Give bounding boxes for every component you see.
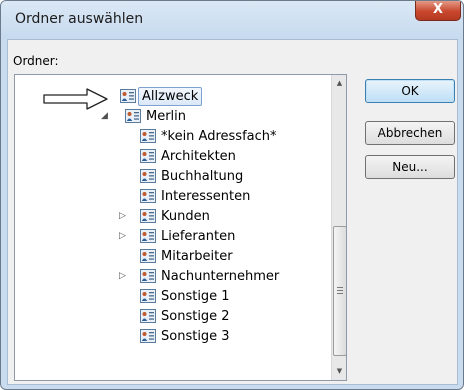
tree-item[interactable]: *kein Adressfach* bbox=[15, 127, 331, 147]
address-book-icon bbox=[140, 289, 156, 303]
address-book-icon bbox=[120, 89, 136, 103]
tree-item-label: Allzweck bbox=[138, 87, 203, 106]
tree-item[interactable]: Mitarbeiter bbox=[15, 247, 331, 267]
tree-item-label: Lieferanten bbox=[161, 229, 236, 244]
tree-item-label: Mitarbeiter bbox=[161, 249, 233, 264]
scroll-thumb[interactable] bbox=[333, 226, 346, 356]
tree-item-label: Interessenten bbox=[161, 189, 251, 204]
dialog-body: Ordner: Allzweck ◢ Merlin *kein Adressfach*… bbox=[7, 39, 458, 385]
tree-item[interactable]: Interessenten bbox=[15, 187, 331, 207]
address-book-icon bbox=[125, 109, 141, 123]
tree-item-label: Sonstige 1 bbox=[161, 289, 230, 304]
folder-tree[interactable]: Allzweck ◢ Merlin *kein Adressfach* Architek… bbox=[14, 74, 347, 381]
window-title: Ordner auswählen bbox=[15, 11, 144, 27]
tree-item-label: Sonstige 2 bbox=[161, 309, 230, 324]
tree-item[interactable]: ▷ Nachunternehmer bbox=[15, 267, 331, 287]
folder-label: Ordner: bbox=[13, 54, 59, 68]
address-book-icon bbox=[140, 309, 156, 323]
address-book-icon bbox=[140, 269, 156, 283]
tree-item-label: Sonstige 3 bbox=[161, 329, 230, 344]
address-book-icon bbox=[140, 129, 156, 143]
grip-line bbox=[337, 293, 343, 294]
pointer-arrow-icon bbox=[43, 88, 108, 110]
cancel-button[interactable]: Abbrechen bbox=[365, 121, 455, 145]
tree-item-label: Nachunternehmer bbox=[161, 269, 280, 284]
expand-arrow-icon[interactable]: ▷ bbox=[119, 212, 127, 221]
title-bar[interactable]: Ordner auswählen X bbox=[1, 1, 463, 39]
tree-item-label: Architekten bbox=[161, 149, 236, 164]
scroll-up-icon[interactable]: ▲ bbox=[332, 75, 346, 92]
tree-item[interactable]: ▷ Lieferanten bbox=[15, 227, 331, 247]
tree-item[interactable]: ▷ Kunden bbox=[15, 207, 331, 227]
address-book-icon bbox=[140, 329, 156, 343]
tree-item[interactable]: Architekten bbox=[15, 147, 331, 167]
close-button[interactable]: X bbox=[415, 1, 461, 21]
tree-item-label: *kein Adressfach* bbox=[161, 129, 277, 144]
new-button[interactable]: Neu... bbox=[365, 155, 455, 179]
address-book-icon bbox=[140, 209, 156, 223]
tree-item-label: Merlin bbox=[146, 109, 187, 124]
grip-line bbox=[337, 287, 343, 288]
tree-item-label: Kunden bbox=[161, 209, 210, 224]
ok-button[interactable]: OK bbox=[365, 79, 455, 103]
address-book-icon bbox=[140, 149, 156, 163]
tree-item[interactable]: Sonstige 2 bbox=[15, 307, 331, 327]
address-book-icon bbox=[140, 229, 156, 243]
tree-item[interactable]: Sonstige 3 bbox=[15, 327, 331, 347]
expand-arrow-icon[interactable]: ▷ bbox=[119, 272, 127, 281]
tree-item-label: Buchhaltung bbox=[161, 169, 244, 184]
scroll-down-icon[interactable]: ▼ bbox=[332, 363, 346, 380]
collapse-arrow-icon[interactable]: ◢ bbox=[101, 112, 109, 121]
address-book-icon bbox=[140, 189, 156, 203]
grip-line bbox=[337, 290, 343, 291]
address-book-icon bbox=[140, 169, 156, 183]
tree-scrollbar[interactable]: ▲ ▼ bbox=[331, 75, 346, 380]
dialog-window: Ordner auswählen X Ordner: Allzweck ◢ Merl… bbox=[0, 0, 464, 390]
tree-item[interactable]: Sonstige 1 bbox=[15, 287, 331, 307]
expand-arrow-icon[interactable]: ▷ bbox=[119, 232, 127, 241]
address-book-icon bbox=[140, 249, 156, 263]
tree-item[interactable]: Buchhaltung bbox=[15, 167, 331, 187]
